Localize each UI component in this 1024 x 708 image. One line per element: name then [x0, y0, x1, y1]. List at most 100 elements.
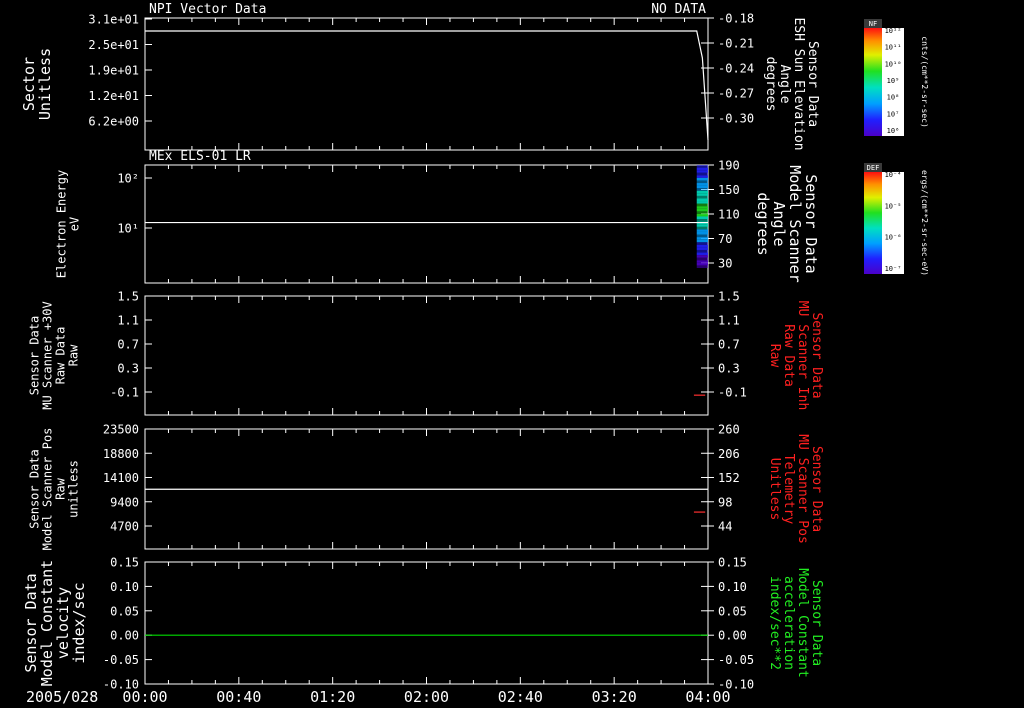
colorbar-gradient [864, 172, 882, 274]
left-tick-label: 6.2e+00 [88, 115, 139, 129]
spectrogram-cell [696, 239, 708, 243]
right-axis-label: Sensor DataMU Scanner PosTelemetryUnitle… [767, 434, 824, 544]
left-axis-label: Sensor DataModel Scanner PosRawunitless [28, 428, 81, 551]
right-tick-label: 0.05 [718, 604, 747, 618]
colorbar-label-bg [882, 172, 904, 274]
panel-1: NPI Vector Data NO DATA 3.1e+01 2.5e+01 1.9e… [20, 2, 820, 151]
spectrogram-cell [696, 185, 708, 189]
spectrogram-cell [696, 216, 708, 220]
panel-title: NPI Vector Data [149, 2, 266, 17]
colorbar-tick-label: 10⁹ [887, 77, 900, 85]
time-tick-label: 00:00 [122, 688, 167, 706]
left-tick-label: 2.5e+01 [88, 38, 139, 52]
left-tick-label: -0.1 [110, 386, 139, 400]
panel-frame [144, 295, 709, 416]
left-axis-label-line: Electron Energy [55, 170, 69, 278]
right-axis-label-line: Raw Data [781, 324, 796, 387]
series-line [145, 30, 709, 141]
spectrogram-cell [696, 172, 708, 176]
spectrogram-cell [696, 203, 708, 207]
right-axis-label: Sensor DataESH Sun ElevationAngledegrees [763, 17, 820, 150]
colorbar-tick-label: 10¹¹ [885, 44, 902, 52]
left-tick-label: 0.05 [110, 604, 139, 618]
spectrogram-cell [696, 167, 708, 171]
spectrogram-cell [696, 224, 708, 227]
time-tick-label: 01:20 [310, 688, 355, 706]
left-tick-label: 1.9e+01 [88, 64, 139, 78]
left-axis-label-line: unitless [67, 460, 81, 518]
left-axis-label-line: Raw [67, 344, 81, 366]
right-tick-label: 260 [718, 423, 740, 437]
panel-status: NO DATA [651, 2, 706, 17]
left-axis-label-line: Raw [54, 477, 68, 499]
right-tick-label: 98 [718, 495, 732, 509]
plot-canvas: NPI Vector Data NO DATA 3.1e+01 2.5e+01 1.9e… [20, 2, 929, 706]
right-axis-label: Sensor DataModel Constantaccelerationind… [767, 568, 824, 678]
right-axis-label-line: Angle [777, 64, 792, 103]
left-tick-label: 1.5 [117, 290, 139, 304]
spectrogram-cell [696, 255, 708, 258]
spectrogram-cell [696, 206, 708, 209]
right-tick-label: 152 [718, 471, 740, 485]
left-tick-label: -0.05 [103, 653, 139, 667]
spectrogram-cell [696, 229, 708, 232]
left-axis-label-line: eV [68, 217, 82, 231]
right-tick-label: 0.7 [718, 338, 740, 352]
spectrogram-cell [696, 175, 708, 178]
spectrogram-cell [696, 180, 708, 184]
time-tick-label: 00:40 [216, 688, 261, 706]
right-axis-label-line: Model Constant [795, 568, 810, 678]
panel-4: 23500 18800 14100 9400 4700 260 206 152 98 44 Sens… [28, 423, 825, 551]
right-tick-label: 1.5 [718, 290, 740, 304]
spectrogram-cell [696, 170, 708, 173]
right-tick-label: 70 [718, 232, 732, 246]
right-tick-label: -0.21 [718, 37, 754, 51]
left-tick-label: 0.00 [110, 629, 139, 643]
panel-title: MEx ELS-01 LR [149, 149, 251, 164]
right-tick-label: 0.15 [718, 556, 747, 570]
left-axis-label-line: index/sec [70, 582, 88, 663]
panel-frame [144, 164, 709, 284]
panel-2: MEx ELS-01 LR 10² 10¹ 190 150 110 70 30 Electron… [55, 149, 820, 284]
colorbar-tick-label: 10⁸ [887, 94, 900, 102]
spectrogram-cell [696, 201, 708, 204]
spectrogram-cell [696, 226, 708, 230]
left-tick-label: 0.3 [117, 362, 139, 376]
left-axis-label-line: MU Scanner +30V [41, 301, 55, 409]
left-axis-label: Electron EnergyeV [55, 170, 82, 278]
right-tick-label: -0.30 [718, 112, 754, 126]
colorbar-tick-label: 10¹⁰ [885, 60, 902, 68]
spectrogram-cell [696, 234, 708, 238]
colorbar-def: DEF 10⁻⁴ 10⁻⁵ 10⁻⁶ 10⁻⁷ ergs/(cm**2-sr-sec-eV… [864, 163, 929, 276]
right-axis-label-line: ESH Sun Elevation [791, 17, 806, 150]
spectrogram-cell [696, 249, 708, 253]
spectrogram-cell [696, 244, 708, 248]
right-tick-label: -0.24 [718, 62, 754, 76]
spectrogram-cell [696, 231, 708, 235]
right-axis-label: Sensor DataModel ScannerAngledegrees [754, 165, 820, 282]
colorbar-tick-label: 10⁻⁵ [885, 202, 902, 210]
right-axis-label-line: acceleration [781, 576, 796, 670]
time-tick-label: 02:00 [404, 688, 449, 706]
colorbar-nf: NF 10¹² 10¹¹ 10¹⁰ 10⁹ 10⁸ 10⁷ 10⁶ cnts/(cm**2-sr… [864, 19, 929, 136]
left-tick-label: 23500 [103, 423, 139, 437]
spectrogram-cell [696, 247, 708, 250]
spectrogram-cell [696, 198, 708, 202]
left-axis-label-line: Sensor Data [28, 316, 42, 395]
spectrogram-cell [696, 211, 708, 214]
right-axis-label-line: degrees [754, 192, 772, 255]
left-tick-label: 10¹ [117, 222, 139, 236]
right-axis-label-line: Sensor Data [809, 446, 824, 532]
right-tick-label: -0.27 [718, 87, 754, 101]
right-axis-label-line: Telemetry [781, 454, 796, 525]
left-axis-label-line: Model Scanner Pos [41, 428, 55, 551]
date-label: 2005/028 [26, 688, 98, 706]
spectrogram-cell [696, 213, 708, 217]
right-tick-label: -0.05 [718, 653, 754, 667]
right-tick-label: 30 [718, 257, 732, 271]
colorbars-group: NF 10¹² 10¹¹ 10¹⁰ 10⁹ 10⁸ 10⁷ 10⁶ cnts/(cm**2-sr… [864, 19, 929, 276]
right-axis-label-line: Raw [767, 344, 782, 368]
spectrogram-cell [696, 195, 708, 199]
colorbar-gradient [864, 28, 882, 136]
left-axis-label-line: Sensor Data [28, 449, 42, 528]
